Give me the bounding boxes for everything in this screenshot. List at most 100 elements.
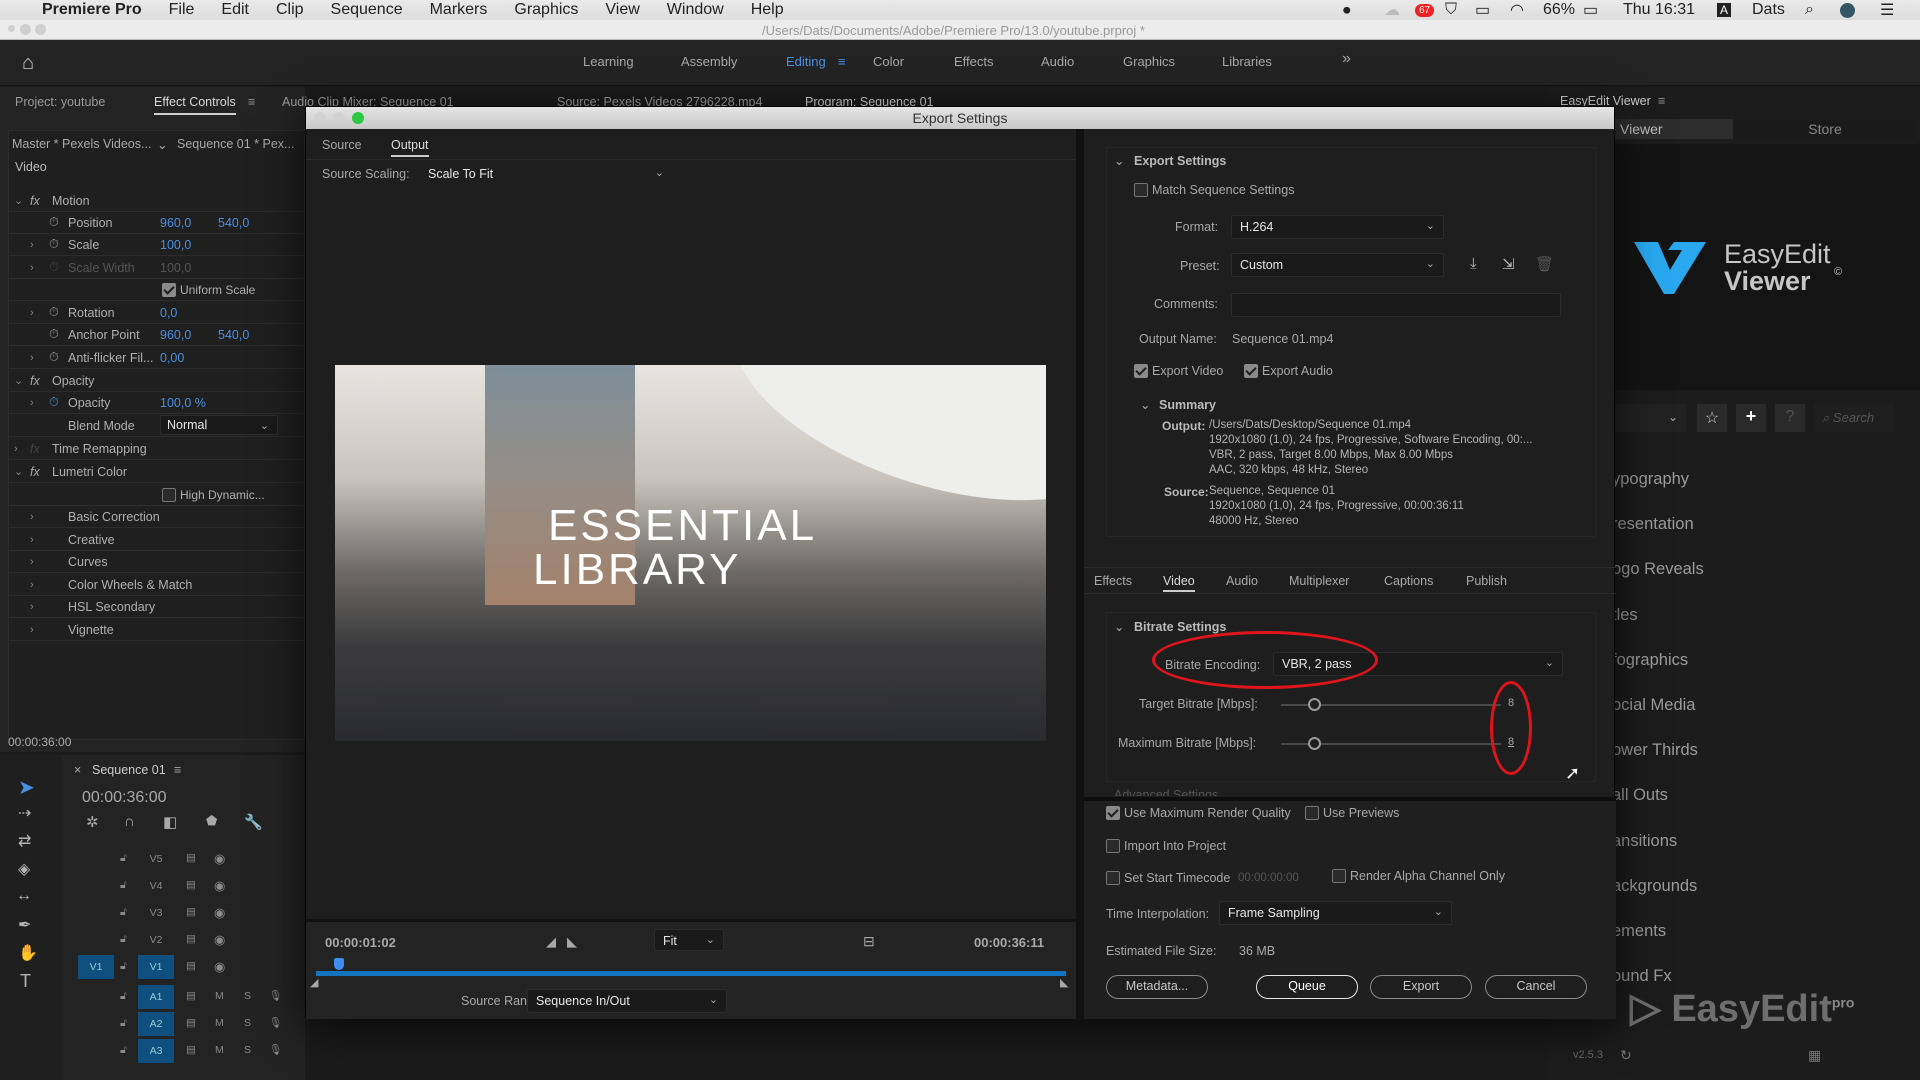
battery-icon[interactable]: ▭	[1583, 0, 1598, 20]
subtab-publish[interactable]: Publish	[1466, 574, 1507, 588]
chevron-right-icon[interactable]: ›	[30, 556, 34, 568]
chevron-right-icon[interactable]: ›	[30, 307, 34, 319]
workspace-editing[interactable]: Editing	[786, 54, 826, 69]
add-marker-icon[interactable]: ◧	[163, 813, 177, 831]
dialog-minimize-button[interactable]	[333, 112, 345, 124]
microphone-icon[interactable]: 🎙︎	[269, 1043, 282, 1056]
format-dropdown[interactable]: H.264 ⌄	[1231, 215, 1444, 239]
lock-icon[interactable]: 🔓︎	[120, 879, 127, 892]
effect-row[interactable]: › Color Wheels & Match	[8, 574, 304, 596]
track-label[interactable]: A3	[138, 1039, 174, 1063]
effect-row[interactable]: › ⏱ Opacity 100,0 %	[8, 392, 304, 414]
stopwatch-icon[interactable]: ⏱	[49, 215, 59, 230]
easyedit-category-item[interactable]: ansitions	[1612, 832, 1677, 851]
lock-icon[interactable]: 🔓︎	[120, 990, 127, 1003]
menu-window[interactable]: Window	[667, 1, 724, 19]
easyedit-category-item[interactable]: resentation	[1612, 515, 1694, 534]
sync-lock-icon[interactable]: ▤	[186, 1017, 196, 1029]
output-name-link[interactable]: Sequence 01.mp4	[1232, 332, 1333, 346]
marker-icon[interactable]: ⬟	[206, 813, 217, 829]
effect-row[interactable]: › Creative	[8, 529, 304, 551]
fx-icon[interactable]: fx	[30, 194, 40, 208]
chevron-right-icon[interactable]: ›	[30, 397, 34, 409]
menu-graphics[interactable]: Graphics	[514, 1, 578, 19]
summary-chevron-icon[interactable]: ⌄	[1140, 397, 1150, 412]
max-bitrate-slider[interactable]	[1308, 737, 1321, 750]
source-range-bar[interactable]	[316, 971, 1066, 976]
subtab-effects[interactable]: Effects	[1094, 574, 1132, 588]
property-value[interactable]: 0,0	[160, 306, 177, 320]
set-in-point-icon[interactable]: ◢	[546, 934, 556, 950]
type-tool-icon[interactable]: T	[20, 971, 31, 992]
lock-icon[interactable]: 🔓︎	[120, 852, 127, 865]
property-value[interactable]: 100,0	[160, 238, 191, 252]
menu-sequence[interactable]: Sequence	[331, 1, 403, 19]
audio-track-header[interactable]: 🔓︎ A3 ▤ M S 🎙︎	[120, 1039, 364, 1065]
menu-edit[interactable]: Edit	[221, 1, 249, 19]
sync-lock-icon[interactable]: ▤	[186, 879, 196, 891]
mute-button[interactable]: M	[215, 990, 224, 1002]
notification-badge[interactable]: 67	[1415, 3, 1435, 17]
effect-row[interactable]: › fx Time Remapping	[8, 438, 304, 460]
easyedit-category-item[interactable]: ower Thirds	[1612, 741, 1698, 760]
window-close-button[interactable]	[8, 25, 15, 32]
export-video-checkbox[interactable]	[1134, 364, 1148, 378]
razor-tool-icon[interactable]: ◈	[18, 859, 30, 879]
timeline-title[interactable]: Sequence 01	[92, 763, 166, 777]
workspace-overflow-button[interactable]: »	[1342, 50, 1351, 68]
hand-tool-icon[interactable]: ✋	[18, 943, 38, 963]
easyedit-category-item[interactable]: ackgrounds	[1612, 877, 1697, 896]
lock-icon[interactable]: 🔓︎	[120, 1044, 127, 1057]
playhead-handle[interactable]	[333, 958, 344, 970]
source-scaling-dropdown[interactable]: Scale To Fit ⌄	[420, 163, 672, 187]
easyedit-category-item[interactable]: ogo Reveals	[1612, 560, 1704, 579]
use-previews-checkbox[interactable]	[1305, 806, 1319, 820]
export-button[interactable]: Export	[1370, 975, 1472, 999]
effect-row[interactable]: › Vignette	[8, 619, 304, 641]
subtab-video[interactable]: Video	[1163, 574, 1195, 592]
refresh-icon[interactable]: ↻	[1620, 1047, 1632, 1064]
fx-icon[interactable]: fx	[30, 442, 40, 456]
sync-lock-icon[interactable]: ▤	[186, 933, 196, 945]
subtab-multiplexer[interactable]: Multiplexer	[1289, 574, 1349, 588]
workspace-learning[interactable]: Learning	[583, 54, 634, 69]
chevron-right-icon[interactable]: ›	[30, 352, 34, 364]
track-select-tool-icon[interactable]: ⇢	[18, 803, 31, 823]
panel-menu-icon[interactable]: ≡	[248, 95, 255, 109]
easyedit-category-item[interactable]: tles	[1612, 606, 1638, 625]
clock[interactable]: Thu 16:31	[1623, 1, 1695, 19]
effect-row[interactable]: › Basic Correction	[8, 506, 304, 528]
effect-row[interactable]: ⏱ Anchor Point 960,0 540,0	[8, 324, 304, 346]
mute-button[interactable]: M	[215, 1044, 224, 1056]
chevron-right-icon[interactable]: ›	[30, 534, 34, 546]
stopwatch-icon[interactable]: ⏱	[49, 327, 59, 342]
zoom-fit-dropdown[interactable]: Fit ⌄	[654, 929, 724, 951]
spotlight-icon[interactable]: ⌕	[1805, 1, 1814, 19]
sequence-clip-label[interactable]: Sequence 01 * Pex...	[177, 137, 294, 151]
eye-icon[interactable]: ◉	[214, 959, 225, 975]
chevron-icon[interactable]: ›	[14, 443, 18, 455]
close-icon[interactable]: ×	[74, 763, 81, 777]
menu-markers[interactable]: Markers	[430, 1, 488, 19]
solo-button[interactable]: S	[244, 1044, 251, 1056]
tab-project[interactable]: Project: youtube	[15, 95, 105, 109]
microphone-icon[interactable]: 🎙︎	[269, 989, 282, 1002]
row-checkbox[interactable]	[162, 488, 176, 502]
max-render-quality-checkbox[interactable]	[1106, 806, 1120, 820]
window-zoom-button[interactable]	[35, 24, 46, 35]
airplay-icon[interactable]: ▭	[1475, 0, 1490, 20]
set-out-point-icon[interactable]: ◣	[567, 934, 577, 950]
track-label[interactable]: A2	[138, 1012, 174, 1036]
effect-row[interactable]: › ⏱ Scale Width 100,0	[8, 257, 304, 279]
effect-row[interactable]: › ⏱ Scale 100,0	[8, 234, 304, 256]
microphone-icon[interactable]: 🎙︎	[269, 1016, 282, 1029]
shield-icon[interactable]: ⛉	[1445, 1, 1457, 19]
blend-mode-dropdown[interactable]: Normal ⌄	[160, 415, 278, 435]
easyedit-menu-icon[interactable]: ≡	[1658, 94, 1665, 108]
workspace-libraries[interactable]: Libraries	[1222, 54, 1272, 69]
sync-lock-icon[interactable]: ▤	[186, 852, 196, 864]
easyedit-category-item[interactable]: ements	[1612, 922, 1666, 941]
stopwatch-icon[interactable]: ⏱	[49, 350, 59, 365]
help-icon[interactable]: ?	[1775, 404, 1805, 432]
sync-lock-icon[interactable]: ▤	[186, 960, 196, 972]
